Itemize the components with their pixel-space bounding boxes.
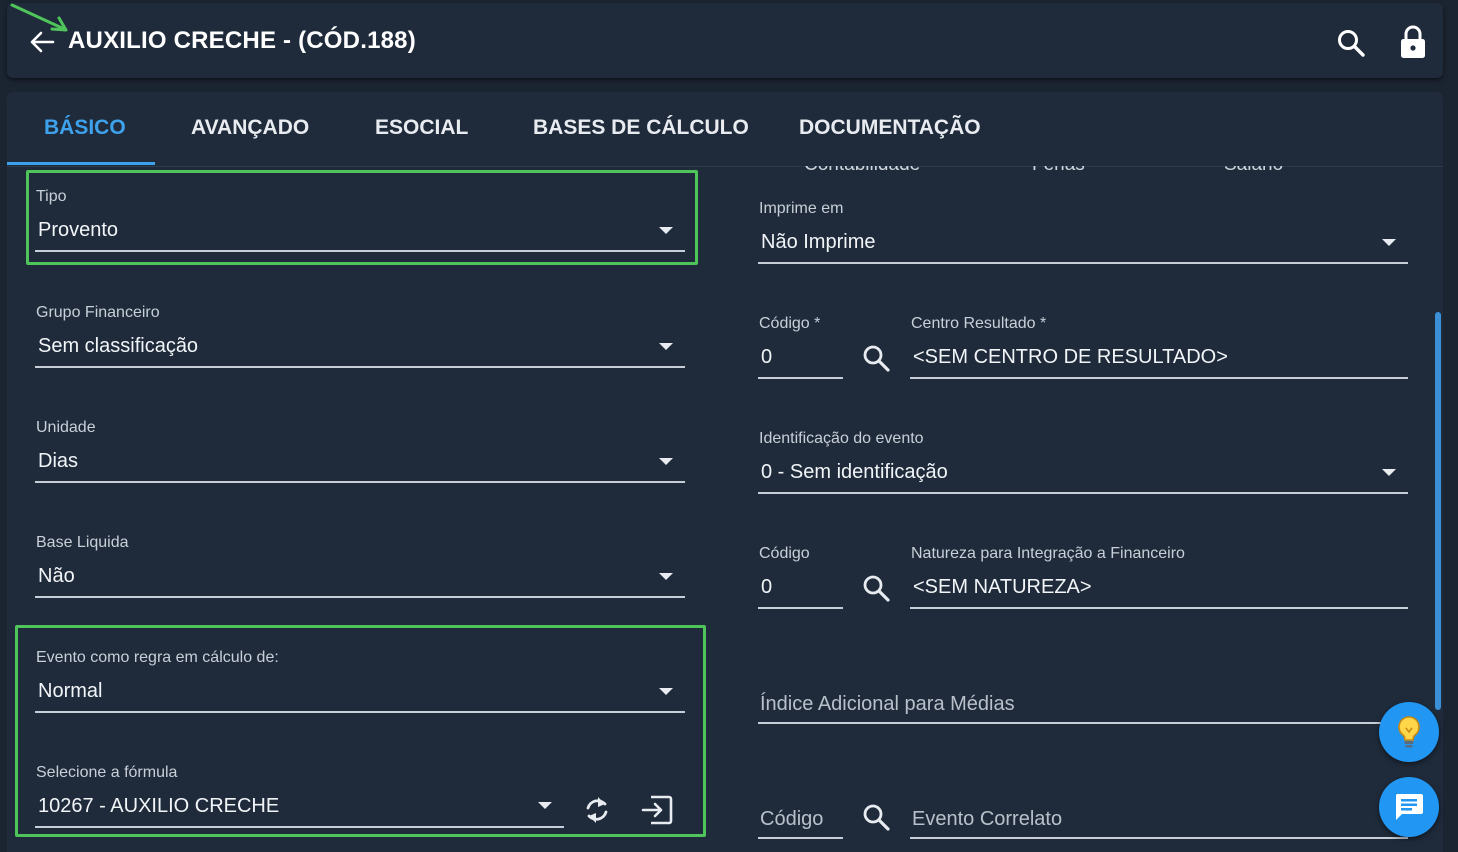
chevron-down-icon[interactable] xyxy=(659,458,673,465)
tab-bar: BÁSICO AVANÇADO ESOCIAL BASES DE CÁLCULO… xyxy=(7,92,1443,167)
field-label: Unidade xyxy=(36,419,96,436)
lightbulb-icon xyxy=(1398,716,1420,748)
tips-button[interactable] xyxy=(1379,702,1439,762)
grupo-financeiro-select[interactable]: Grupo Financeiro Sem classificação xyxy=(35,304,685,370)
search-icon[interactable] xyxy=(861,802,891,832)
natureza-input[interactable]: Natureza para Integração a Financeiro <S… xyxy=(910,545,1408,611)
field-underline xyxy=(758,377,843,379)
field-label: Código xyxy=(759,545,810,562)
field-value: Sem classificação xyxy=(38,335,199,357)
field-label: Base Liquida xyxy=(36,534,129,551)
field-value: 0 - Sem identificação xyxy=(761,461,948,483)
tab-bases-de-calculo[interactable]: BASES DE CÁLCULO xyxy=(533,116,749,140)
chat-icon xyxy=(1395,794,1423,820)
field-underline xyxy=(758,837,843,839)
chevron-down-icon[interactable] xyxy=(1382,469,1396,476)
base-liquida-select[interactable]: Base Liquida Não xyxy=(35,534,685,600)
unidade-select[interactable]: Unidade Dias xyxy=(35,419,685,485)
field-underline xyxy=(35,366,685,368)
clipped-option[interactable]: Salário xyxy=(1224,166,1283,174)
page-title: AUXILIO CRECHE - (CÓD.188) xyxy=(68,27,416,54)
chevron-down-icon[interactable] xyxy=(659,573,673,580)
field-placeholder: Evento Correlato xyxy=(912,808,1063,830)
field-underline xyxy=(35,596,685,598)
indice-adicional-input[interactable]: Índice Adicional para Médias xyxy=(758,690,1408,726)
tab-documentacao[interactable]: DOCUMENTAÇÃO xyxy=(799,116,981,140)
field-label: Grupo Financeiro xyxy=(36,304,160,321)
scrollbar-thumb[interactable] xyxy=(1435,312,1441,710)
field-underline xyxy=(35,481,685,483)
field-value: 0 xyxy=(761,346,773,368)
clipped-option[interactable]: Contabilidade xyxy=(804,166,920,174)
field-value: <SEM CENTRO DE RESULTADO> xyxy=(913,346,1228,368)
field-underline xyxy=(758,262,1408,264)
field-label: Natureza para Integração a Financeiro xyxy=(911,545,1185,562)
tab-basico[interactable]: BÁSICO xyxy=(44,116,126,140)
tab-esocial[interactable]: ESOCIAL xyxy=(375,116,468,140)
field-underline xyxy=(910,837,1408,839)
evento-correlato-input[interactable]: Evento Correlato xyxy=(910,805,1408,841)
field-value: 0 xyxy=(761,576,773,598)
field-placeholder: Índice Adicional para Médias xyxy=(760,693,1015,715)
chevron-down-icon[interactable] xyxy=(1382,239,1396,246)
lock-icon[interactable] xyxy=(1399,25,1427,59)
field-value: Dias xyxy=(38,450,79,472)
field-underline xyxy=(910,377,1408,379)
field-label: Código * xyxy=(759,315,821,332)
centro-resultado-input[interactable]: Centro Resultado * <SEM CENTRO DE RESULT… xyxy=(910,315,1408,381)
field-underline xyxy=(758,722,1408,724)
codigo-natureza-input[interactable]: Código 0 xyxy=(758,545,843,611)
field-label: Centro Resultado * xyxy=(911,315,1047,332)
clipped-option[interactable]: Férias xyxy=(1032,166,1085,174)
search-icon[interactable] xyxy=(1335,27,1367,59)
identificacao-evento-select[interactable]: Identificação do evento 0 - Sem identifi… xyxy=(758,430,1408,496)
chat-button[interactable] xyxy=(1379,777,1439,837)
field-value: Não xyxy=(38,565,75,587)
search-icon[interactable] xyxy=(861,573,891,603)
search-icon[interactable] xyxy=(861,343,891,373)
field-value: <SEM NATUREZA> xyxy=(913,576,1092,598)
codigo-centro-input[interactable]: Código * 0 xyxy=(758,315,843,381)
field-underline xyxy=(758,607,843,609)
imprime-em-select[interactable]: Imprime em Não Imprime xyxy=(758,200,1408,266)
field-placeholder: Código xyxy=(760,808,824,830)
field-underline xyxy=(758,492,1408,494)
field-value: Não Imprime xyxy=(761,231,876,253)
clipped-options-row: Contabilidade Férias Salário xyxy=(760,166,1360,174)
annotation-arrow-icon xyxy=(10,3,68,32)
active-tab-indicator xyxy=(7,162,155,165)
app-header: AUXILIO CRECHE - (CÓD.188) xyxy=(7,3,1443,78)
field-label: Identificação do evento xyxy=(759,430,924,447)
tab-avancado[interactable]: AVANÇADO xyxy=(191,116,309,140)
field-underline xyxy=(910,607,1408,609)
codigo-correlato-input[interactable]: Código xyxy=(758,805,843,841)
highlight-box-regra-formula xyxy=(15,625,706,837)
highlight-box-tipo xyxy=(26,170,698,265)
field-label: Imprime em xyxy=(759,200,844,217)
chevron-down-icon[interactable] xyxy=(659,343,673,350)
